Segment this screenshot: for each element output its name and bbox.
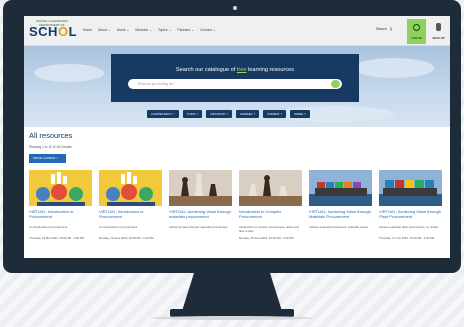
sort-dropdown[interactable]: PRICE LOWEST ˅ (29, 154, 66, 163)
user-icon (413, 24, 420, 31)
card-description: An introduction to procurement (99, 225, 138, 229)
monitor-stand-neck (182, 273, 282, 311)
card-title[interactable]: VIRTUAL: Introduction to Procurement (99, 209, 162, 219)
resource-card[interactable]: VIRTUAL: Introduction to Procurement An … (99, 170, 162, 258)
card-description: Achieving value through materials procur… (169, 225, 228, 229)
browser-screen: DIGITAL CLASSROOM DEPARTMENT OF SCHOL Ho… (24, 16, 450, 258)
resource-grid: VIRTUAL: Introduction to Procurement An … (29, 170, 445, 258)
signup-label: SIGN UP (432, 36, 445, 40)
resource-card[interactable]: VIRTUAL: Achieving Value through materia… (169, 170, 232, 258)
filter-market[interactable]: MARKET ˅ (236, 110, 260, 118)
card-thumbnail (309, 170, 372, 206)
resource-card[interactable]: Introduction to Complex Procurement Intr… (239, 170, 302, 258)
results-count: Showing 1 to 12 of 110 results (29, 145, 72, 149)
card-title[interactable]: VIRTUAL: Achieving Value through Plant P… (379, 209, 442, 219)
logo-wordmark: SCHOL (29, 24, 78, 39)
filter-more[interactable]: MORE ˅ (290, 110, 310, 118)
resource-card[interactable]: VIRTUAL: Introduction to Procurement An … (29, 170, 92, 258)
card-thumbnail (379, 170, 442, 206)
section-title: All resources (29, 131, 73, 140)
site-header: DIGITAL CLASSROOM DEPARTMENT OF SCHOL Ho… (24, 16, 450, 46)
card-thumbnail (29, 170, 92, 206)
card-thumbnail (239, 170, 302, 206)
card-description: An introduction to procurement (29, 225, 68, 229)
login-label: LOG IN (411, 36, 422, 40)
search-placeholder: What are you looking for? (138, 82, 175, 86)
card-title[interactable]: VIRTUAL: Achieving Value through Materia… (309, 209, 372, 219)
card-date: Thursday, 27 July 2023, 10:00 AM - 1:00 … (379, 236, 435, 240)
card-thumbnail (99, 170, 162, 206)
filter-bar: COMPETENCY ˅ TOPIC ˅ INDUSTRY ˅ MARKET ˅… (147, 110, 310, 118)
nav-users[interactable]: Users ⌄ (117, 28, 130, 32)
nav-modules[interactable]: Modules ⌄ (135, 28, 152, 32)
card-title[interactable]: Introduction to Complex Procurement (239, 209, 302, 219)
signup-button[interactable]: SIGN UP (429, 19, 448, 44)
card-description: Achieve material procurement, materials … (309, 225, 368, 229)
card-title[interactable]: VIRTUAL: Introduction to Procurement (29, 209, 92, 219)
site-logo[interactable]: DIGITAL CLASSROOM DEPARTMENT OF SCHOL (29, 19, 78, 43)
filter-format[interactable]: FORMAT ˅ (263, 110, 287, 118)
filter-industry[interactable]: INDUSTRY ˅ (206, 110, 233, 118)
resource-card[interactable]: VIRTUAL: Achieving Value through Materia… (309, 170, 372, 258)
search-submit-button[interactable] (331, 80, 340, 88)
filter-topic[interactable]: TOPIC ˅ (182, 110, 203, 118)
card-date: Monday, 26 June 2023, 10:00 AM - 1:00 PM (99, 236, 154, 240)
card-title[interactable]: VIRTUAL: Achieving Value through materia… (169, 209, 232, 219)
header-search-link[interactable]: Search Q (376, 27, 392, 31)
phone-icon (436, 23, 441, 31)
nav-partners[interactable]: Partners ⌄ (177, 28, 194, 32)
main-nav: Home About ⌄ Users ⌄ Modules ⌄ Topics ⌄ … (83, 28, 215, 32)
cloud-shape (354, 58, 434, 78)
search-panel: Search our catalogue of free learning re… (111, 54, 359, 102)
nav-home[interactable]: Home (83, 28, 92, 32)
monitor-bezel: DIGITAL CLASSROOM DEPARTMENT OF SCHOL Ho… (3, 0, 461, 273)
cloud-shape (34, 64, 104, 82)
nav-about[interactable]: About ⌄ (98, 28, 111, 32)
search-heading: Search our catalogue of free learning re… (175, 67, 295, 73)
card-date: Monday, 26 June 2023, 10:00 AM - 1:00 PM (239, 236, 294, 240)
card-description: Introduction to complex procurement, onl… (239, 225, 299, 233)
stand-shadow (150, 316, 314, 320)
login-button[interactable]: LOG IN (407, 19, 426, 44)
nav-contact[interactable]: Contact ⌄ (200, 28, 215, 32)
catalogue-search-input[interactable]: What are you looking for? (128, 79, 342, 89)
card-description: Achieve materials plant procurement, on … (379, 225, 439, 229)
resource-card[interactable]: VIRTUAL: Achieving Value through Plant P… (379, 170, 442, 258)
camera-dot (233, 6, 237, 10)
filter-competency[interactable]: COMPETENCY ˅ (147, 110, 179, 118)
card-date: Thursday, 23 Mar 2023, 10:00 AM - 1:00 P… (29, 236, 84, 240)
card-thumbnail (169, 170, 232, 206)
nav-topics[interactable]: Topics ⌄ (158, 28, 171, 32)
